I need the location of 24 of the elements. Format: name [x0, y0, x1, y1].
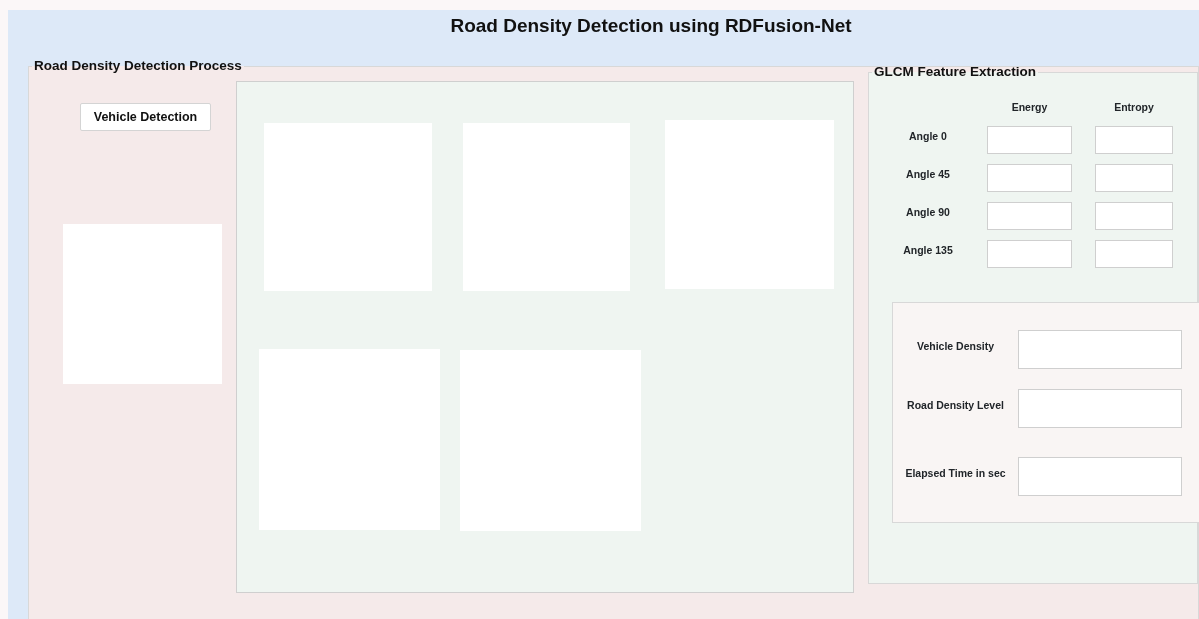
panel-title: Road Density Detection Process [33, 58, 243, 74]
input-field[interactable] [1095, 201, 1173, 230]
input-field[interactable] [987, 201, 1072, 230]
column-header: Entropy [1113, 100, 1155, 115]
input-field[interactable] [1095, 239, 1173, 268]
angle-label: Angle 45 [905, 166, 951, 182]
input-field[interactable] [987, 163, 1072, 192]
input-field[interactable] [987, 239, 1072, 268]
input-field[interactable] [1095, 163, 1173, 192]
window-title: Road Density Detection using RDFusion-Net [449, 14, 853, 38]
input-field[interactable] [1018, 456, 1182, 496]
field-label: Road Density Level [906, 397, 1005, 413]
angle-label: Angle 0 [908, 128, 948, 144]
vehicle-detection-button[interactable]: Vehicle Detection [80, 103, 211, 131]
panel-title: GLCM Feature Extraction [873, 64, 1038, 80]
field-label: Elapsed Time in sec [904, 465, 1007, 481]
angle-label: Angle 90 [905, 204, 951, 220]
input-field[interactable] [1018, 388, 1182, 428]
input-field[interactable] [1018, 329, 1182, 369]
field-label: Vehicle Density [915, 338, 995, 354]
input-field[interactable] [987, 125, 1072, 154]
input-field[interactable] [1095, 125, 1173, 154]
angle-label: Angle 135 [902, 242, 954, 258]
column-header: Energy [1010, 100, 1049, 115]
